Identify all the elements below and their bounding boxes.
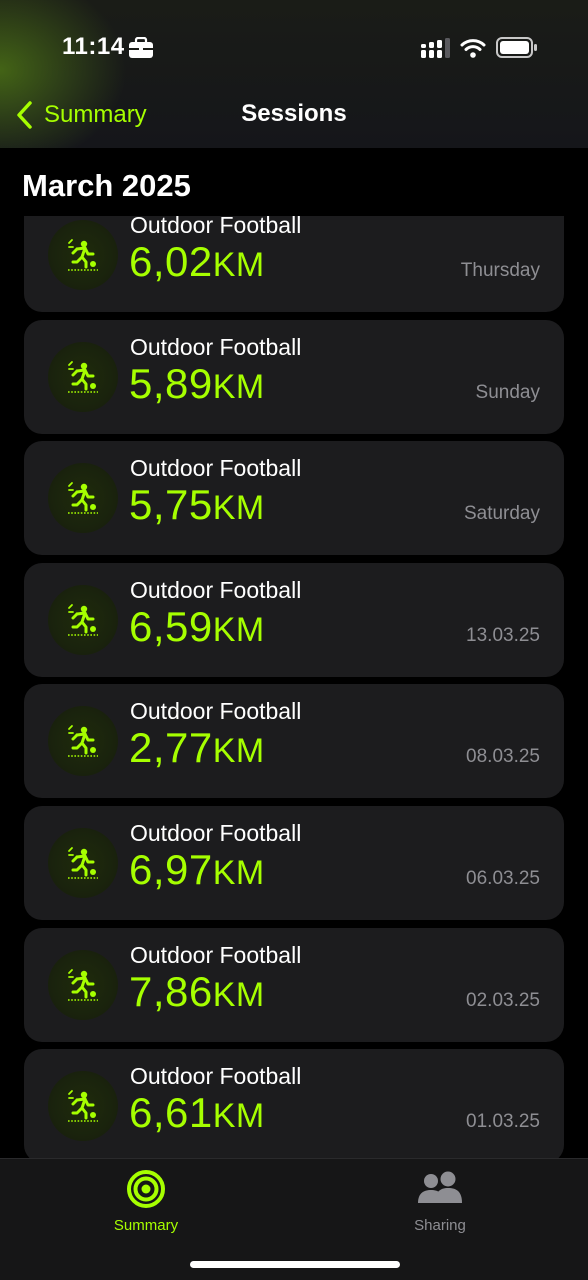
session-activity: Outdoor Football bbox=[130, 819, 302, 846]
session-distance-unit: KM bbox=[212, 489, 265, 528]
navigation-bar: Summary Sessions bbox=[0, 90, 588, 148]
session-distance: 6,97KM bbox=[129, 846, 265, 894]
session-distance-value: 6,02 bbox=[129, 238, 213, 285]
session-card[interactable]: Outdoor Football 6,02KM Thursday bbox=[24, 216, 564, 312]
battery-icon bbox=[496, 37, 538, 64]
session-activity: Outdoor Football bbox=[130, 333, 302, 360]
session-date: 06.03.25 bbox=[466, 867, 540, 889]
session-distance-value: 6,97 bbox=[129, 845, 213, 893]
session-distance-value: 2,77 bbox=[129, 724, 213, 772]
session-card[interactable]: Outdoor Football 2,77KM 08.03.25 bbox=[24, 684, 564, 799]
signal-icon bbox=[420, 38, 452, 65]
tab-sharing[interactable]: Sharing bbox=[370, 1169, 510, 1234]
session-distance: 5,75KM bbox=[129, 481, 265, 529]
people-icon bbox=[418, 1171, 462, 1203]
football-icon bbox=[48, 220, 118, 290]
session-activity: Outdoor Football bbox=[130, 1063, 302, 1090]
session-card[interactable]: Outdoor Football 6,97KM 06.03.25 bbox=[24, 805, 564, 920]
session-date: Thursday bbox=[460, 260, 540, 281]
session-date: 02.03.25 bbox=[466, 989, 540, 1011]
session-date: 01.03.25 bbox=[466, 1111, 540, 1133]
session-distance: 6,59KM bbox=[129, 603, 265, 651]
session-date: Saturday bbox=[463, 503, 540, 525]
session-distance-value: 5,75 bbox=[129, 481, 213, 529]
tab-summary[interactable]: Summary bbox=[76, 1169, 216, 1234]
football-icon bbox=[48, 706, 118, 777]
session-activity: Outdoor Football bbox=[130, 576, 302, 603]
session-distance-value: 6,59 bbox=[129, 602, 213, 650]
section-header: March 2025 bbox=[22, 168, 191, 203]
football-icon bbox=[48, 463, 118, 534]
session-date: Sunday bbox=[475, 381, 540, 403]
football-icon bbox=[48, 1071, 118, 1142]
football-icon bbox=[48, 584, 118, 655]
session-distance-unit: KM bbox=[212, 367, 265, 406]
session-date: 08.03.25 bbox=[466, 746, 540, 768]
session-distance-value: 6,61 bbox=[129, 1089, 213, 1137]
session-distance-value: 5,89 bbox=[129, 359, 213, 407]
session-card[interactable]: Outdoor Football 6,61KM 01.03.25 bbox=[24, 1049, 564, 1160]
tab-sharing-label: Sharing bbox=[414, 1217, 466, 1234]
session-distance-unit: KM bbox=[212, 246, 265, 284]
session-distance: 6,61KM bbox=[129, 1089, 265, 1137]
session-distance-value: 7,86 bbox=[129, 967, 213, 1015]
sessions-list[interactable]: Outdoor Football 6,02KM Thursday Outdoor Fo… bbox=[0, 216, 588, 1160]
session-card[interactable]: Outdoor Football 5,89KM Sunday bbox=[24, 319, 564, 434]
session-distance-unit: KM bbox=[212, 1097, 265, 1136]
home-indicator bbox=[190, 1261, 400, 1268]
briefcase-icon bbox=[128, 36, 154, 64]
session-activity: Outdoor Football bbox=[130, 698, 302, 725]
session-distance-unit: KM bbox=[212, 610, 265, 649]
session-distance: 6,02KM bbox=[129, 238, 265, 286]
football-icon bbox=[48, 827, 118, 898]
tab-summary-label: Summary bbox=[113, 1217, 179, 1234]
session-distance: 7,86KM bbox=[129, 968, 265, 1016]
session-activity: Outdoor Football bbox=[130, 941, 302, 968]
page-title: Sessions bbox=[241, 100, 347, 127]
session-activity: Outdoor Football bbox=[130, 216, 302, 238]
session-card[interactable]: Outdoor Football 7,86KM 02.03.25 bbox=[24, 927, 564, 1042]
status-time: 11:14 bbox=[62, 33, 125, 60]
session-card[interactable]: Outdoor Football 5,75KM Saturday bbox=[24, 441, 564, 556]
wifi-icon bbox=[460, 37, 486, 64]
session-distance-unit: KM bbox=[212, 732, 265, 771]
football-icon bbox=[48, 949, 118, 1020]
session-distance-unit: KM bbox=[212, 975, 265, 1014]
session-distance: 5,89KM bbox=[129, 360, 265, 408]
session-date: 13.03.25 bbox=[466, 624, 540, 646]
activity-rings-icon bbox=[127, 1170, 165, 1208]
session-card[interactable]: Outdoor Football 6,59KM 13.03.25 bbox=[24, 562, 564, 677]
session-activity: Outdoor Football bbox=[130, 455, 302, 482]
football-icon bbox=[48, 341, 118, 412]
status-bar: 11:14 bbox=[0, 0, 588, 94]
session-distance: 2,77KM bbox=[129, 724, 265, 772]
session-distance-unit: KM bbox=[212, 853, 265, 892]
